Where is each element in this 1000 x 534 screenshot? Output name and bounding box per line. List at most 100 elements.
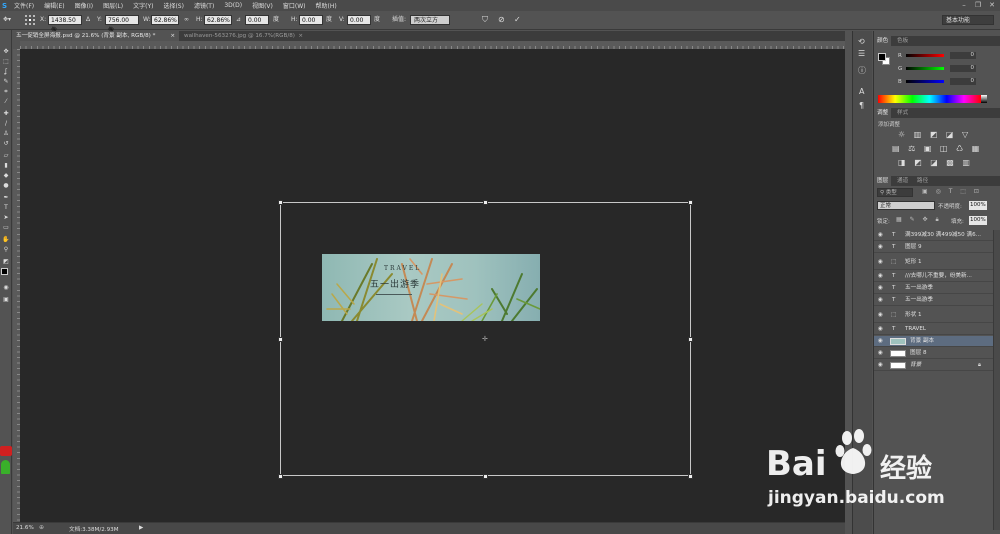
quick-select-tool-icon[interactable]: ✎ (2, 78, 10, 85)
layers-scrollbar[interactable] (993, 230, 1000, 530)
layer-row-selected[interactable]: ◉ 背景 副本 (874, 336, 993, 347)
tab-document-inactive[interactable]: wallhaven-563276.jpg @ 16.7%(RGB/8) × (181, 31, 307, 41)
transform-handle[interactable] (278, 337, 283, 342)
dodge-tool-icon[interactable]: ● (2, 182, 10, 189)
brush-tool-icon[interactable]: / (2, 120, 10, 127)
shape-tool-icon[interactable]: ▭ (2, 224, 10, 231)
tab-color[interactable]: 颜色 (874, 36, 892, 46)
layer-row[interactable]: ◉ T 五一出游季 (874, 295, 993, 306)
visibility-eye-icon[interactable]: ◉ (878, 336, 883, 347)
move-tool-icon[interactable]: ✥▾ (3, 14, 11, 26)
pen-tool-icon[interactable]: ✒ (2, 194, 10, 201)
status-menu-arrow-icon[interactable]: ▶ (139, 525, 143, 531)
transform-handle[interactable] (483, 474, 488, 479)
type-tool-icon[interactable]: T (2, 204, 10, 211)
character-panel-icon[interactable]: A (859, 87, 864, 96)
blend-mode-select[interactable]: 正常 (877, 201, 935, 210)
lock-icons[interactable]: ▦ ✎ ✥ 🔒︎ (896, 216, 942, 224)
workspace-select[interactable]: 基本功能 (942, 15, 994, 25)
menu-image[interactable]: 图像(I) (75, 1, 93, 10)
blue-value[interactable]: 0 (950, 78, 976, 85)
visibility-eye-icon[interactable]: ◉ (878, 242, 883, 253)
layer-row[interactable]: ◉ 背景 🔒︎ (874, 360, 993, 371)
visibility-eye-icon[interactable]: ◉ (878, 254, 883, 270)
warp-icon[interactable]: ⛉ (482, 14, 488, 26)
layer-row[interactable]: ◉ ⬚ 形状 1 (874, 307, 993, 323)
angle-input[interactable]: 0.00 (245, 15, 269, 25)
layer-row[interactable]: ◉ T 图层 9 (874, 242, 993, 253)
eraser-tool-icon[interactable]: ▱ (2, 152, 10, 159)
stamp-tool-icon[interactable]: ♙ (2, 130, 10, 137)
relative-position-icon[interactable]: Δ (86, 14, 90, 26)
default-colors-icon[interactable]: ◩ (2, 258, 10, 265)
green-slider[interactable] (906, 67, 944, 70)
color-spectrum[interactable] (878, 95, 981, 103)
visibility-eye-icon[interactable]: ◉ (878, 230, 883, 241)
tab-channels[interactable]: 通道 (894, 176, 911, 186)
crop-tool-icon[interactable]: ⌗ (2, 88, 10, 95)
visibility-eye-icon[interactable]: ◉ (878, 295, 883, 306)
transform-handle[interactable] (688, 337, 693, 342)
visibility-eye-icon[interactable]: ◉ (878, 271, 883, 282)
history-brush-tool-icon[interactable]: ↺ (2, 140, 10, 147)
visibility-eye-icon[interactable]: ◉ (878, 307, 883, 323)
menu-filter[interactable]: 滤镜(T) (194, 1, 214, 10)
visibility-eye-icon[interactable]: ◉ (878, 283, 883, 294)
status-icon[interactable]: ⊕ (39, 524, 44, 531)
horizontal-skew-input[interactable]: 0.00 (299, 15, 323, 25)
layer-row[interactable]: ◉ T TRAVEL (874, 324, 993, 335)
blue-slider[interactable] (906, 80, 944, 83)
menu-type[interactable]: 文字(Y) (133, 1, 153, 10)
transform-handle[interactable] (483, 200, 488, 205)
eyedropper-tool-icon[interactable]: ⁄ (2, 98, 10, 105)
menu-layer[interactable]: 图层(L) (103, 1, 123, 10)
green-value[interactable]: 0 (950, 65, 976, 72)
tab-layers[interactable]: 图层 (874, 176, 892, 186)
tab-paths[interactable]: 路径 (914, 176, 931, 186)
history-panel-icon[interactable]: ⟲ (858, 37, 865, 46)
screen-mode-icon[interactable]: ▣ (2, 296, 10, 303)
properties-panel-icon[interactable]: ☰ (858, 49, 865, 58)
plugin-badge-icon[interactable] (0, 446, 12, 456)
path-select-tool-icon[interactable]: ➤ (2, 214, 10, 221)
zoom-level[interactable]: 21.6% (16, 525, 34, 531)
menu-window[interactable]: 窗口(W) (283, 1, 306, 10)
y-position-input[interactable]: 756.00 像 (105, 15, 139, 34)
commit-transform-icon[interactable]: ✓ (514, 14, 521, 26)
width-input[interactable]: 62.86% (151, 15, 179, 25)
x-position-input[interactable]: 1438.50 像 (48, 15, 82, 34)
visibility-eye-icon[interactable]: ◉ (878, 348, 883, 359)
height-input[interactable]: 62.86% (204, 15, 232, 25)
transform-center-icon[interactable]: ✛ (482, 336, 488, 343)
menu-file[interactable]: 文件(F) (14, 1, 34, 10)
horizontal-ruler[interactable] (20, 41, 845, 49)
banner-image[interactable]: TRAVEL 五一出游季 (322, 254, 540, 321)
foreground-color-swatch[interactable] (1, 268, 8, 275)
tab-document-active[interactable]: 五一促销全屏海报.psd @ 21.6% (背景 副本, RGB/8) * × (13, 31, 179, 41)
restore-icon[interactable]: ❐ (972, 0, 984, 11)
menu-3d[interactable]: 3D(D) (224, 2, 242, 9)
cancel-transform-icon[interactable]: ⊘ (498, 14, 505, 26)
layer-row[interactable]: ◉ T ///去哪儿不重要，纷美新... (874, 271, 993, 282)
transform-handle[interactable] (278, 474, 283, 479)
vertical-ruler[interactable] (13, 49, 20, 522)
layer-row[interactable]: ◉ T 五一出游季 (874, 283, 993, 294)
tab-styles[interactable]: 样式 (894, 108, 911, 118)
hand-tool-icon[interactable]: ✋ (2, 236, 10, 243)
visibility-eye-icon[interactable]: ◉ (878, 360, 883, 371)
spectrum-bw[interactable] (981, 95, 987, 103)
transform-handle[interactable] (688, 474, 693, 479)
visibility-eye-icon[interactable]: ◉ (878, 324, 883, 335)
tab-close-icon[interactable]: × (170, 31, 175, 41)
plugin-leaf-icon[interactable] (1, 460, 10, 474)
tab-swatches[interactable]: 色板 (894, 36, 911, 46)
menu-edit[interactable]: 编辑(E) (44, 1, 64, 10)
canvas-area[interactable]: ✛ TRAVEL 五一出游季 (20, 49, 845, 522)
layer-row[interactable]: ◉ ⬚ 矩形 1 (874, 254, 993, 270)
link-icon[interactable]: ∞ (184, 14, 189, 26)
layer-row[interactable]: ◉ T 满399减30 满499减50 满6... (874, 230, 993, 241)
zoom-tool-icon[interactable]: ⚲ (2, 246, 10, 253)
move-tool-icon[interactable]: ✥ (2, 48, 10, 55)
reference-point-icon[interactable] (24, 14, 36, 26)
transform-handle[interactable] (278, 200, 283, 205)
